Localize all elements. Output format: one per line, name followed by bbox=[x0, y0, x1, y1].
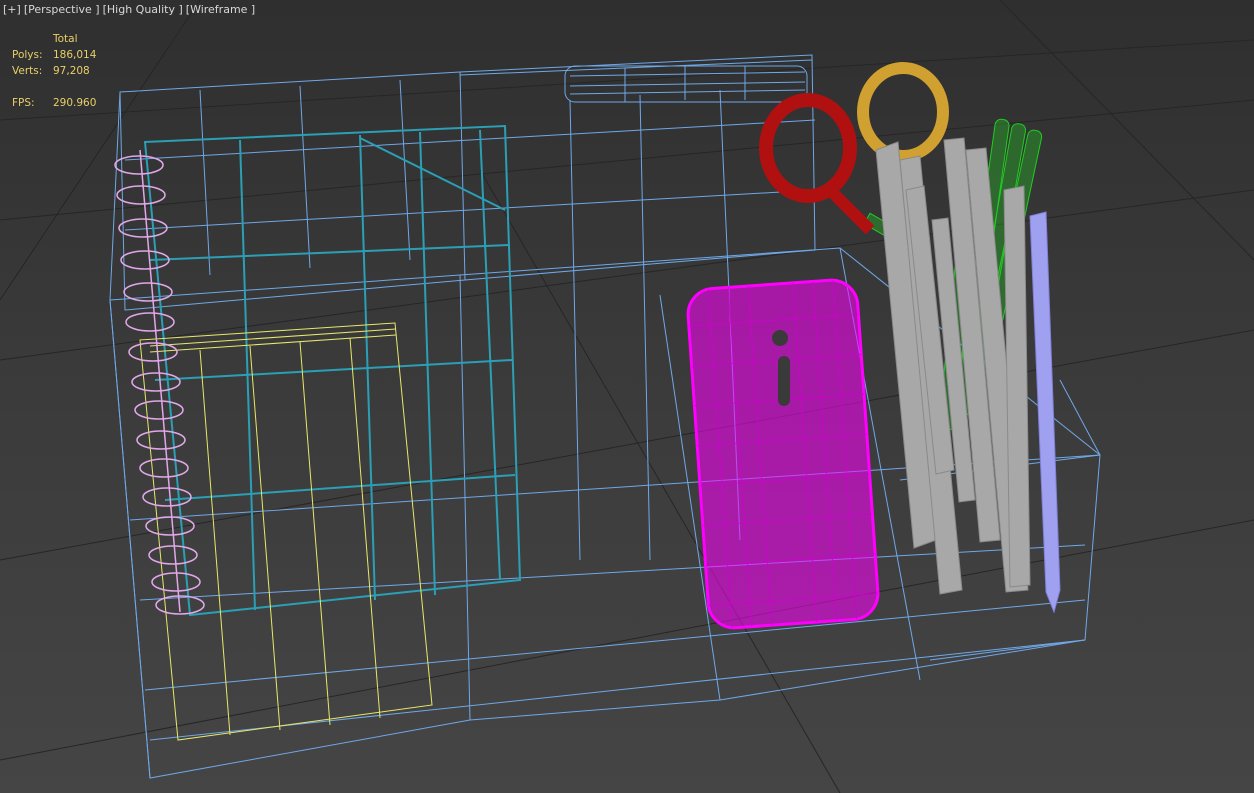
fps-value: 290.960 bbox=[53, 97, 97, 109]
shading-quality-menu[interactable]: [High Quality ] bbox=[103, 3, 183, 16]
polys-value: 186,014 bbox=[53, 49, 97, 61]
phone-wireframe bbox=[686, 278, 880, 630]
display-mode-menu[interactable]: [Wireframe ] bbox=[186, 3, 255, 16]
viewport-plus-menu[interactable]: [+] bbox=[3, 3, 21, 16]
polys-label: Polys: bbox=[12, 49, 43, 61]
perspective-viewport[interactable]: [+] [Perspective ] [High Quality ] [Wire… bbox=[0, 0, 1254, 793]
notepad-wireframe bbox=[139, 322, 433, 741]
stats-header: Total bbox=[53, 33, 78, 45]
floor-grid bbox=[0, 0, 1254, 793]
wireframe-scene bbox=[0, 0, 1254, 793]
verts-label: Verts: bbox=[12, 65, 43, 77]
violet-pencil bbox=[1029, 211, 1061, 614]
camera-icon bbox=[772, 330, 788, 346]
point-of-view-menu[interactable]: [Perspective ] bbox=[24, 3, 100, 16]
red-ring-tool bbox=[759, 93, 875, 235]
hinge-cylinder bbox=[564, 65, 808, 103]
fps-label: FPS: bbox=[12, 97, 35, 109]
viewport-label-menu: [+] [Perspective ] [High Quality ] [Wire… bbox=[3, 3, 255, 16]
gray-tools bbox=[875, 137, 1031, 595]
verts-value: 97,208 bbox=[53, 65, 90, 77]
